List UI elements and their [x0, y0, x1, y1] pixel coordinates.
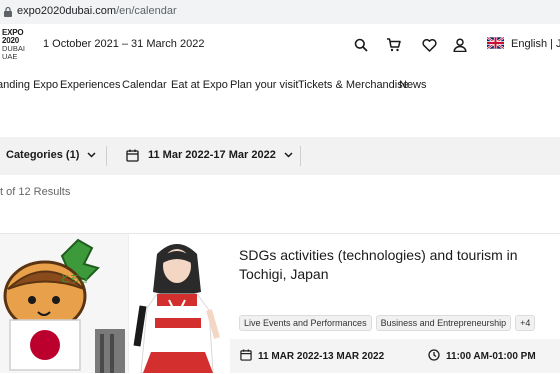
event-date: 11 MAR 2022-13 MAR 2022: [258, 351, 385, 362]
date-range-dropdown[interactable]: 11 Mar 2022-17 Mar 2022: [148, 149, 293, 161]
event-title[interactable]: SDGs activities (technologies) and touri…: [239, 246, 539, 284]
nav-item-eat-at-expo[interactable]: Eat at Expo: [171, 79, 228, 91]
filter-divider: [300, 146, 301, 166]
cart-icon[interactable]: [384, 36, 402, 54]
nav-item-landing-expo[interactable]: anding Expo: [0, 79, 58, 91]
user-icon[interactable]: [451, 36, 469, 54]
filter-bar: Categories (1) 11 Mar 2022-17 Mar 2022: [0, 137, 560, 175]
tag-business[interactable]: Business and Entrepreneurship: [375, 315, 512, 331]
calendar-icon: [240, 349, 252, 361]
logo-line-4: UAE: [2, 51, 18, 61]
calendar-icon: [126, 149, 139, 162]
filter-divider: [106, 146, 107, 166]
expo-dates: 1 October 2021 – 31 March 2022: [43, 38, 205, 50]
url-text[interactable]: expo2020dubai.com/en/calendar: [17, 5, 177, 17]
results-count: t of 12 Results: [0, 186, 71, 198]
lock-icon: [4, 6, 12, 17]
nav-item-plan-your-visit[interactable]: Plan your visit: [230, 79, 298, 91]
browser-address-bar[interactable]: expo2020dubai.com/en/calendar: [0, 0, 560, 25]
url-path: /en/calendar: [116, 5, 177, 17]
heart-icon[interactable]: [420, 36, 438, 54]
event-schedule: 11 MAR 2022-13 MAR 2022 11:00 AM-01:00 P…: [230, 339, 560, 373]
url-domain: expo2020dubai.com: [17, 5, 117, 17]
date-range-label: 11 Mar 2022-17 Mar 2022: [148, 149, 276, 161]
main-nav: anding Expo Experiences Calendar Eat at …: [0, 73, 560, 97]
tochigi-mascot-illustration: とちぎ: [3, 238, 125, 373]
event-image-performer[interactable]: [128, 234, 231, 373]
categories-label: Categories (1): [6, 149, 80, 161]
event-tags: Live Events and Performances Business an…: [239, 315, 536, 331]
svg-text:とちぎ: とちぎ: [60, 272, 90, 285]
performer-photo: [129, 234, 231, 373]
tag-live-events[interactable]: Live Events and Performances: [239, 315, 372, 331]
event-image-mascot[interactable]: とちぎ: [0, 234, 128, 373]
nav-item-news[interactable]: News: [399, 79, 427, 91]
event-time: 11:00 AM-01:00 PM: [446, 351, 536, 362]
site-header: EXPO 2020 DUBAI UAE 1 October 2021 – 31 …: [0, 24, 560, 64]
chevron-down-icon: [284, 152, 293, 158]
uk-flag-icon[interactable]: [487, 37, 504, 49]
expo-logo[interactable]: EXPO 2020 DUBAI UAE: [2, 29, 28, 60]
chevron-down-icon: [87, 152, 96, 158]
tag-more-count[interactable]: +4: [515, 315, 536, 331]
search-icon[interactable]: [352, 36, 370, 54]
language-currency-selector[interactable]: English | JPY: [511, 38, 560, 50]
nav-item-experiences[interactable]: Experiences: [60, 79, 121, 91]
nav-item-tickets-merchandise[interactable]: Tickets & Merchandise: [298, 79, 409, 91]
clock-icon: [428, 349, 440, 361]
categories-dropdown[interactable]: Categories (1): [6, 149, 96, 161]
nav-item-calendar[interactable]: Calendar: [122, 79, 167, 91]
